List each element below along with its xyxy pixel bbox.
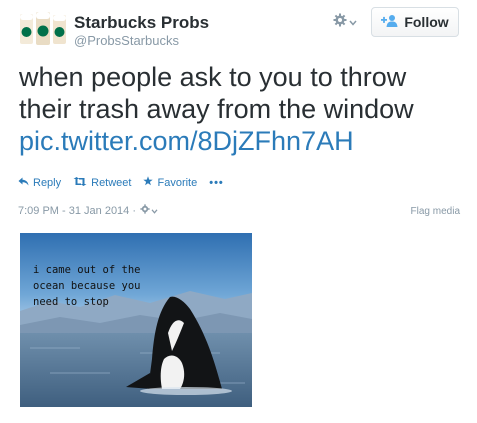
retweet-button[interactable]: Retweet [73,176,132,189]
tweet-text: when people ask to you to throw their tr… [19,61,469,157]
star-icon [143,176,154,189]
gear-icon [333,13,347,32]
tweet-actions: Reply Retweet Favorite ••• [18,176,224,189]
flag-media-link[interactable]: Flag media [411,206,460,217]
tweet-text-line: their trash away from the window [19,94,414,124]
tweet-media-link[interactable]: pic.twitter.com/8DjZFhn7AH [19,125,469,157]
user-handle[interactable]: @ProbsStarbucks [74,33,179,48]
chevron-down-icon [349,13,357,31]
media-caption-line: ocean because you [33,280,141,292]
tweet-settings-button[interactable] [140,204,158,217]
reply-label: Reply [33,176,62,189]
follow-button-label: Follow [404,14,449,30]
tweet-timestamp[interactable]: 7:09 PM - 31 Jan 2014 · [18,205,136,217]
add-user-icon [381,14,398,30]
favorite-label: Favorite [157,176,198,189]
avatar[interactable] [18,10,68,50]
tweet-media-image[interactable] [20,233,252,407]
media-caption: i came out of the ocean because you need… [33,262,140,310]
favorite-button[interactable]: Favorite [143,176,197,189]
more-options-button[interactable]: ••• [209,177,224,189]
user-actions-button[interactable] [333,12,363,32]
tweet-meta: 7:09 PM - 31 Jan 2014 · [18,204,158,217]
media-caption-line: need to stop [33,296,109,308]
chevron-down-icon [151,205,158,217]
reply-button[interactable]: Reply [18,177,61,189]
reply-icon [18,177,29,189]
tweet-text-line: when people ask to you to throw [19,62,407,92]
display-name[interactable]: Starbucks Probs [74,13,209,33]
retweet-icon [73,176,87,189]
follow-button[interactable]: Follow [371,7,459,37]
media-caption-line: i came out of the [33,264,141,276]
retweet-label: Retweet [91,176,132,189]
gear-icon [140,204,150,217]
